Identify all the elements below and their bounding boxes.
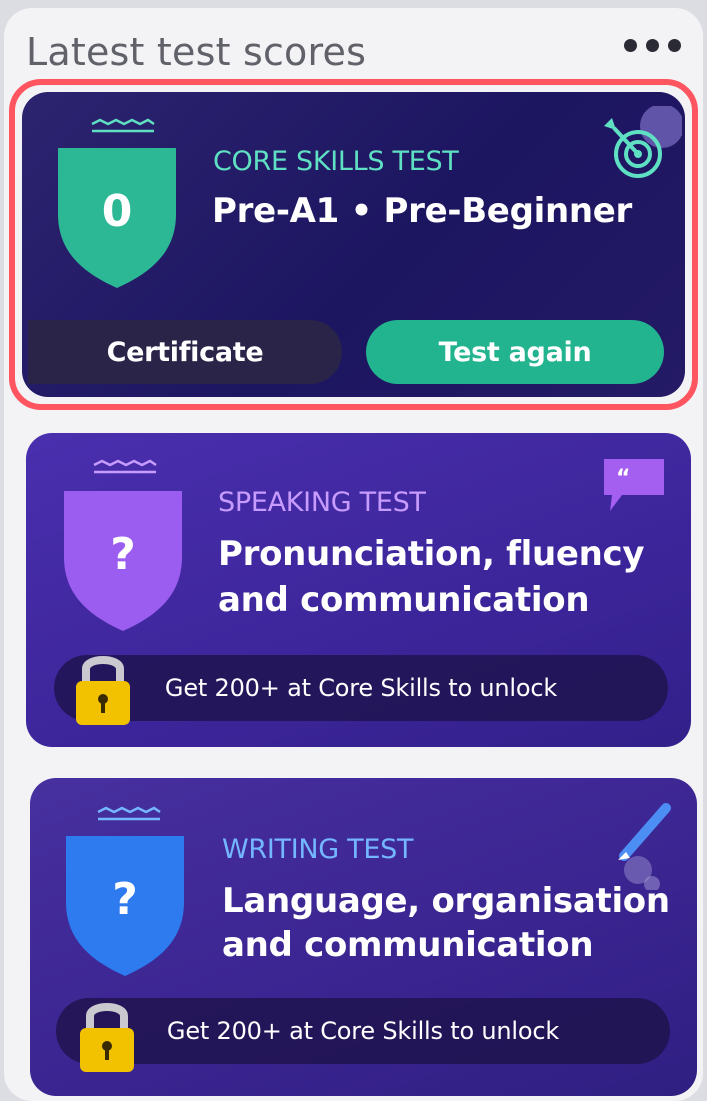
- speaking-score: ?: [110, 529, 136, 580]
- test-type-label: WRITING TEST: [222, 834, 414, 865]
- more-dot-icon: [668, 39, 681, 52]
- test-title-line1: Language, organisation: [222, 881, 670, 921]
- crown-icon: [93, 459, 157, 474]
- crown-icon: [97, 806, 161, 821]
- pen-icon: [618, 803, 671, 890]
- selection-highlight: [9, 79, 698, 410]
- speech-bubble-icon: “: [604, 459, 664, 511]
- more-options-button[interactable]: [624, 39, 681, 52]
- more-dot-icon: [624, 39, 637, 52]
- test-type-label: SPEAKING TEST: [218, 487, 426, 518]
- score-shield: ?: [58, 485, 188, 635]
- test-title-line2: and communication: [222, 925, 594, 965]
- unlock-requirement: Get 200+ at Core Skills to unlock: [56, 998, 670, 1064]
- speaking-test-card[interactable]: ? SPEAKING TEST Pronunciation, fluency a…: [26, 433, 691, 747]
- unlock-requirement: Get 200+ at Core Skills to unlock: [54, 655, 668, 721]
- panel-title: Latest test scores: [26, 30, 367, 74]
- test-title-line2: and communication: [218, 580, 590, 620]
- lock-icon: [80, 1003, 134, 1072]
- svg-text:“: “: [616, 466, 630, 491]
- writing-score: ?: [112, 874, 138, 925]
- writing-test-card[interactable]: ? WRITING TEST Language, organisation an…: [30, 778, 697, 1096]
- lock-icon: [76, 656, 130, 725]
- test-title-line1: Pronunciation, fluency: [218, 534, 645, 574]
- more-dot-icon: [646, 39, 659, 52]
- score-shield: ?: [60, 830, 190, 980]
